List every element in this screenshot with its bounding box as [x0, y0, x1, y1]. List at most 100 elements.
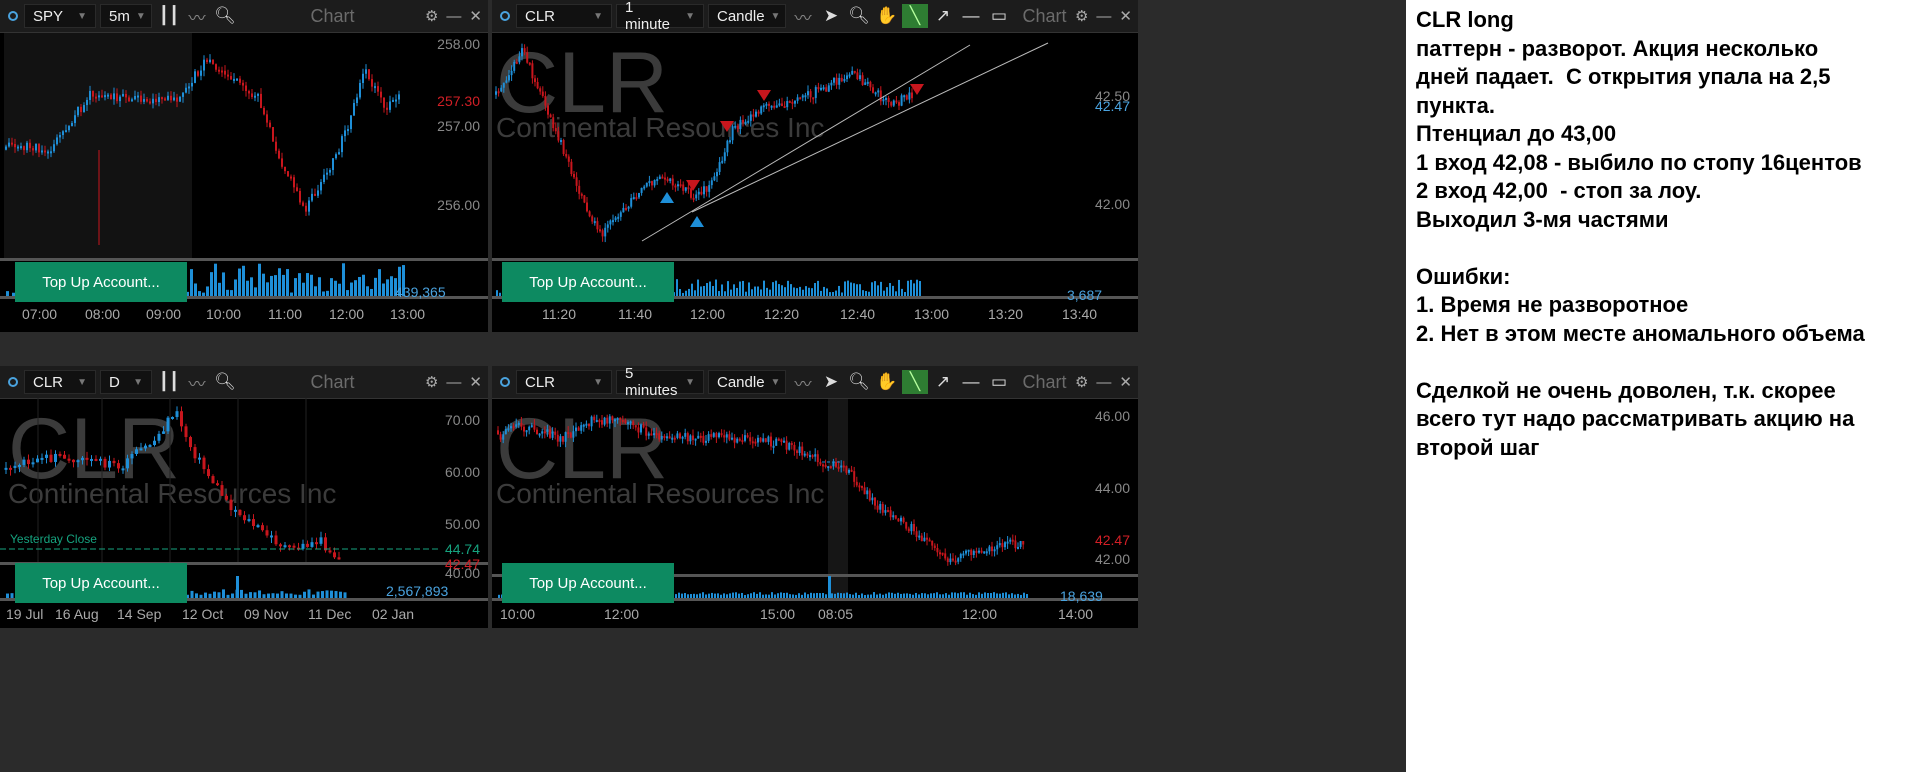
candle [749, 114, 752, 121]
candle [157, 433, 161, 441]
volume-bar [864, 594, 866, 598]
trade-notes: CLR long паттерн - разворот. Акция неско… [1416, 6, 1926, 462]
candle [341, 136, 343, 153]
candle [254, 95, 256, 98]
candle [645, 427, 648, 436]
candle [653, 433, 655, 436]
last-price-label: 42.47 [1094, 98, 1130, 114]
candle [67, 458, 71, 461]
volume-bar [238, 268, 241, 296]
candle [353, 103, 355, 116]
candle [302, 202, 304, 206]
candle [528, 62, 531, 65]
candle [121, 468, 125, 471]
candle [332, 158, 334, 170]
candle [383, 97, 385, 108]
candle [590, 416, 593, 427]
candle [508, 75, 510, 81]
volume-bar [874, 281, 876, 296]
volume-bar [729, 593, 731, 598]
time-tick: 10:00 [206, 306, 242, 322]
candle [621, 419, 624, 422]
candle [820, 87, 822, 90]
volume-bar [738, 593, 740, 598]
candle [996, 545, 999, 550]
yesterday-close-value: 44.74 [444, 541, 480, 557]
candle [153, 440, 156, 445]
candle [1022, 540, 1025, 545]
volume-bar [691, 283, 693, 296]
candle [835, 77, 838, 85]
notes-line: паттерн - разворот. Акция несколько [1416, 35, 1819, 61]
volume-bar [762, 594, 764, 598]
volume-bar [687, 594, 689, 598]
candle [308, 200, 310, 212]
top-up-account-button[interactable]: Top Up Account... [502, 563, 674, 603]
volume-bar [246, 280, 249, 296]
candle [1017, 546, 1019, 549]
candle [92, 90, 94, 97]
candle [335, 154, 337, 159]
candle [207, 469, 210, 477]
candle [140, 95, 142, 102]
candle [122, 93, 124, 97]
volume-bar [966, 594, 968, 598]
candle [116, 93, 118, 102]
candle [287, 171, 289, 177]
top-up-account-button[interactable]: Top Up Account... [15, 563, 187, 603]
candle [830, 82, 833, 86]
volume-bar [969, 592, 971, 598]
candle [993, 549, 996, 552]
candle [557, 131, 560, 141]
notes-line: Выходил 3-мя частями [1416, 206, 1669, 232]
candle [29, 142, 31, 149]
volume-bar [726, 594, 728, 598]
candle [272, 127, 274, 142]
candle [257, 93, 259, 96]
volume-bar [850, 282, 852, 296]
candle [569, 432, 572, 438]
volume-bar [894, 593, 896, 598]
volume-bar [204, 592, 207, 598]
volume-bar [10, 593, 14, 598]
candle [933, 545, 936, 549]
candle [377, 86, 379, 92]
notes-line: 1 вход 42,08 - выбило по стопу 16центов [1416, 149, 1862, 175]
candle [874, 497, 876, 506]
candle [319, 537, 323, 544]
volume-label: 3,687 [1067, 287, 1103, 303]
top-up-account-button[interactable]: Top Up Account... [15, 262, 187, 302]
candle [612, 220, 614, 223]
top-up-account-button[interactable]: Top Up Account... [502, 262, 674, 302]
candle [554, 431, 557, 435]
volume-bar [829, 292, 831, 296]
candle [775, 105, 778, 108]
candle [770, 436, 772, 447]
candle [90, 458, 93, 461]
candle [801, 446, 804, 456]
volume-bar [298, 594, 302, 598]
candle [695, 194, 698, 199]
volume-bar [705, 594, 707, 598]
candle [764, 438, 767, 442]
candle [198, 457, 201, 460]
volume-bar [342, 263, 345, 296]
volume-bar [703, 285, 705, 296]
candle [746, 435, 749, 438]
candle [239, 78, 241, 83]
candle [671, 437, 674, 440]
volume-bar [199, 594, 203, 598]
candle [669, 178, 672, 182]
candle [530, 425, 533, 428]
candle [684, 433, 687, 437]
candle [523, 48, 526, 53]
volume-bar [831, 593, 833, 598]
candle [861, 485, 863, 488]
chart-pane-spy: SPY▼ 5m▼ ┃┃ 〰 🔍︎ Chart ⚙ — ✕ SPY SPDR S&… [0, 0, 488, 332]
volume-bar [990, 593, 992, 598]
candle [251, 93, 253, 97]
candle [173, 97, 175, 101]
volume-bar [879, 593, 881, 598]
candle [128, 97, 130, 102]
volume-bar [759, 592, 761, 598]
